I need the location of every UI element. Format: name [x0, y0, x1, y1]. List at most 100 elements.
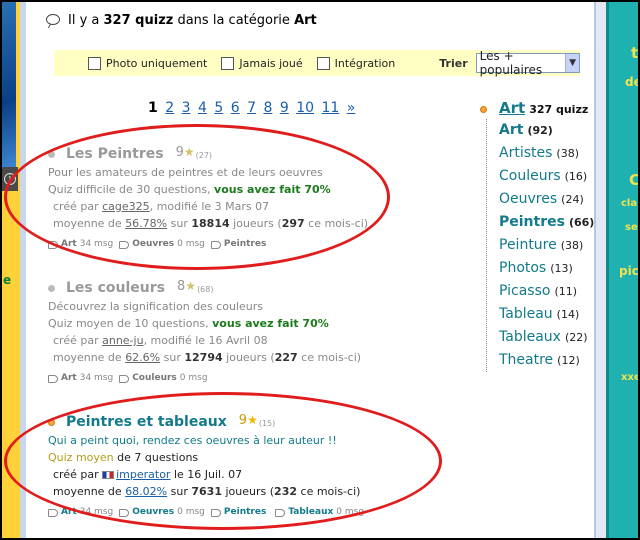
- players-count: 12794: [184, 351, 223, 364]
- subcategory-item[interactable]: Art (92): [499, 119, 590, 142]
- author-link[interactable]: anne-ju: [102, 334, 143, 347]
- page-link[interactable]: 10: [296, 100, 314, 116]
- subcategory-item[interactable]: Theatre (12): [499, 349, 590, 372]
- subcategory-name[interactable]: Tableaux: [499, 329, 561, 345]
- quiz-rating: 8★(68): [177, 278, 213, 298]
- subcategory-name[interactable]: Oeuvres: [499, 191, 557, 207]
- page-next-link[interactable]: »: [347, 100, 356, 116]
- quiz-count: 327 quizz: [103, 13, 174, 28]
- subcategory-item[interactable]: Tableaux (22): [499, 326, 590, 349]
- page-link[interactable]: 3: [182, 100, 191, 116]
- checkbox[interactable]: [221, 56, 235, 70]
- subcategory-item[interactable]: Couleurs (16): [499, 165, 590, 188]
- page-link[interactable]: 4: [198, 100, 207, 116]
- bullet-icon: [480, 106, 487, 113]
- quiz-title-link[interactable]: Les couleurs: [66, 280, 165, 297]
- subcategory-name[interactable]: Couleurs: [499, 168, 561, 184]
- tag-icon: [48, 508, 58, 517]
- avg-score-link[interactable]: 62.6%: [125, 351, 160, 364]
- right-text-fragment: cla: [621, 198, 638, 209]
- subcategory-item[interactable]: Picasso (11): [499, 280, 590, 303]
- right-text-fragment: de: [625, 75, 638, 89]
- left-banner-image: [2, 2, 16, 167]
- page-link[interactable]: 5: [214, 100, 223, 116]
- subcategory-item[interactable]: Photos (13): [499, 257, 590, 280]
- highlight-ring: [4, 124, 390, 270]
- checkbox[interactable]: [316, 56, 330, 70]
- category-total: 327 quizz: [529, 103, 589, 116]
- subcategory-name[interactable]: Photos: [499, 260, 546, 276]
- filter-label: Intégration: [334, 56, 396, 70]
- right-side-panel: ta de C cla se pic xxe: [606, 2, 640, 538]
- subcategory-count: (24): [561, 193, 584, 206]
- subcategory-name[interactable]: Art: [499, 122, 523, 138]
- subcategory-count: (92): [527, 124, 553, 137]
- subcategory-name[interactable]: Peinture: [499, 237, 557, 253]
- page-current: 1: [148, 100, 158, 116]
- tag-name[interactable]: Couleurs: [132, 370, 177, 387]
- category-root: Art 327 quizz: [480, 99, 590, 117]
- page-title: Il y a 327 quizz dans la catégorie Art: [46, 13, 317, 28]
- subcategory-name[interactable]: Peintres: [499, 214, 565, 230]
- filter-label: Photo uniquement: [106, 56, 208, 70]
- tag-icon: [119, 374, 130, 383]
- page-link[interactable]: 2: [165, 100, 174, 116]
- level-text: Quiz moyen de 10 questions,: [48, 317, 209, 330]
- quiz-author-line: créé par anne-ju, modifié le 16 Avril 08: [48, 332, 448, 349]
- page-link[interactable]: 8: [263, 100, 272, 116]
- category-tree: Art 327 quizz Art (92) Artistes (38) Coule…: [480, 99, 594, 372]
- quiz-description: Découvrez la signification des couleurs: [48, 300, 263, 313]
- subcategory-item[interactable]: Peinture (38): [499, 234, 590, 257]
- subcategory-list: Art (92) Artistes (38) Couleurs (16) Oeuvre…: [486, 119, 594, 372]
- created-prefix: créé par: [53, 334, 99, 347]
- right-text-fragment: C: [629, 171, 640, 189]
- filter-photo-only[interactable]: Photo uniquement: [88, 56, 208, 70]
- highlight-ring: [4, 392, 442, 530]
- page-link[interactable]: 6: [231, 100, 240, 116]
- category-root-link[interactable]: Art: [499, 99, 525, 117]
- chevron-down-icon[interactable]: ▼: [565, 54, 579, 72]
- subcategory-name[interactable]: Tableau: [499, 306, 553, 322]
- subcategory-name[interactable]: Artistes: [499, 145, 552, 161]
- sort-select[interactable]: Les + populaires ▼: [475, 49, 580, 77]
- subcategory-count: (16): [564, 170, 588, 183]
- page-link[interactable]: 11: [321, 100, 339, 116]
- right-divider: [594, 2, 606, 538]
- checkbox[interactable]: [88, 56, 101, 70]
- left-text-fragment: e: [3, 273, 12, 287]
- main-content: Il y a 327 quizz dans la catégorie Art P…: [4, 2, 594, 538]
- tag[interactable]: Art 34 msg: [48, 370, 113, 387]
- subcategory-count: (38): [556, 147, 579, 160]
- filter-label: Jamais joué: [239, 56, 303, 70]
- pagination: 1 2 3 4 5 6 7 8 9 10 11 »: [148, 100, 358, 116]
- subcategory-item[interactable]: Oeuvres (24): [499, 188, 590, 211]
- quiz-level: Quiz moyen de 10 questions, vous avez fa…: [48, 315, 448, 332]
- tag[interactable]: Couleurs 0 msg: [119, 370, 208, 387]
- month-suffix: ce mois-ci): [301, 351, 362, 364]
- speech-bubble-icon: [46, 14, 60, 25]
- sort-selected-value: Les + populaires: [479, 49, 543, 77]
- subcategory-count: (12): [557, 354, 580, 367]
- subcategory-item[interactable]: Peintres (66): [499, 211, 594, 234]
- tag-name[interactable]: Art: [61, 370, 77, 387]
- subcategory-count: (13): [550, 262, 573, 275]
- subcategory-name[interactable]: Picasso: [499, 283, 550, 299]
- filter-integration[interactable]: Intégration: [316, 56, 396, 70]
- sort-label: Trier: [439, 56, 468, 70]
- page-link[interactable]: 7: [247, 100, 256, 116]
- right-text-fragment: pic: [619, 264, 639, 278]
- subcategory-item[interactable]: Artistes (38): [499, 142, 590, 165]
- subcategory-item[interactable]: Tableau (14): [499, 303, 590, 326]
- subcategory-name[interactable]: Theatre: [499, 352, 553, 368]
- quiz-stats-line: moyenne de 62.6% sur 12794 joueurs (227 …: [48, 349, 448, 366]
- subcategory-count: (11): [554, 285, 578, 298]
- title-middle: dans la catégorie: [177, 13, 290, 28]
- filter-bar: Photo uniquement Jamais joué Intégration…: [54, 49, 580, 77]
- players-prefix: sur: [163, 351, 181, 364]
- score-done: vous avez fait 70%: [212, 317, 329, 330]
- page-link[interactable]: 9: [280, 100, 289, 116]
- right-text-fragment: se: [625, 222, 638, 233]
- filter-never-played[interactable]: Jamais joué: [221, 56, 303, 70]
- tag-count: 34 msg: [79, 373, 114, 383]
- subcategory-count: (38): [560, 239, 584, 252]
